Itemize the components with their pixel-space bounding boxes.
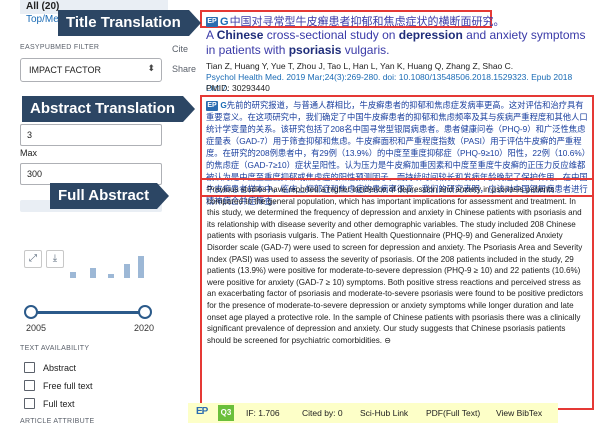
filter-label: EASYPUBMED FILTER (20, 44, 100, 51)
easypubmed-logo-icon: EP (206, 17, 218, 28)
download-icon[interactable]: ⤓ (46, 250, 64, 268)
quartile-badge: Q3 (218, 405, 234, 421)
year-start-label: 2005 (26, 323, 47, 333)
checkbox-label: Abstract (43, 362, 77, 373)
callout-arrow-icon (157, 183, 170, 209)
histogram-bar (90, 268, 96, 278)
article-pmid: PMID: 30293440 (206, 83, 270, 93)
easypubmed-logo: EP (196, 406, 208, 417)
max-value-input[interactable]: 300 (20, 163, 162, 185)
title-segment: cross-sectional study on (263, 28, 399, 42)
article-authors: Tian Z, Huang Y, Yue T, Zhou J, Tao L, H… (206, 61, 514, 71)
callout-arrow-icon (188, 10, 201, 36)
view-bibtex-link[interactable]: View BibTex (496, 408, 542, 418)
year-slider-track[interactable] (30, 311, 144, 314)
callout-abstract-translation: Abstract Translation (22, 96, 196, 122)
callout-title-translation: Title Translation (58, 10, 201, 36)
checkbox-full-text[interactable]: Full text (24, 398, 75, 409)
title-keyword: psoriasis (288, 43, 342, 57)
title-translation-box: EP G中国对寻常型牛皮癣患者抑郁和焦虑症状的横断面研究。 (200, 10, 505, 28)
checkbox-label: Free full text (43, 380, 93, 391)
google-translate-icon: G (220, 16, 229, 28)
title-keyword: Chinese (216, 28, 264, 42)
checkbox-box[interactable] (24, 362, 35, 373)
title-segment: A (206, 28, 217, 42)
min-value-input[interactable]: 3 (20, 124, 162, 146)
translated-title: EP G中国对寻常型牛皮癣患者抑郁和焦虑症状的横断面研究。 (206, 13, 505, 29)
share-link[interactable]: Share (172, 64, 196, 74)
pdf-full-text-link[interactable]: PDF(Full Text) (426, 408, 480, 418)
callout-text: Full Abstract (58, 187, 150, 204)
callout-text: Title Translation (66, 14, 181, 31)
checkbox-free-full-text[interactable]: Free full text (24, 380, 93, 391)
expand-icon[interactable]: ⤢ (24, 250, 42, 268)
year-slider-end-handle[interactable] (138, 305, 152, 319)
article-attribute-label: ARTICLE ATTRIBUTE (20, 418, 95, 425)
select-arrow-icon: ⬍ (147, 63, 155, 73)
article-title[interactable]: A Chinese cross-sectional study on depre… (206, 28, 594, 58)
year-end-label: 2020 (134, 323, 155, 333)
histogram-bar (108, 274, 114, 278)
histogram-bar (70, 272, 76, 278)
cited-by[interactable]: Cited by: 0 (302, 408, 343, 418)
easypubmed-toolbar: EP Q3 IF: 1.706 Cited by: 0 Sci-Hub Link… (188, 403, 558, 423)
checkbox-box[interactable] (24, 398, 35, 409)
checkbox-abstract[interactable]: Abstract (24, 362, 76, 373)
sort-select-value: IMPACT FACTOR (29, 65, 102, 75)
histogram-bar (138, 256, 144, 278)
title-keyword: depression (398, 28, 463, 42)
callout-full-abstract: Full Abstract (50, 183, 170, 209)
year-slider-start-handle[interactable] (24, 305, 38, 319)
callout-arrow-icon (183, 96, 196, 122)
sort-select[interactable]: IMPACT FACTOR ⬍ (20, 58, 162, 82)
full-abstract-box: Previous studies have reported a higher … (200, 178, 594, 410)
checkbox-box[interactable] (24, 380, 35, 391)
scihub-link[interactable]: Sci-Hub Link (360, 408, 408, 418)
topmed-link[interactable]: Top/Me (26, 14, 59, 25)
text-availability-label: TEXT AVAILABILITY (20, 345, 90, 352)
checkbox-label: Full text (43, 398, 75, 409)
filter-sidebar: All (20) Top/Me EASYPUBMED FILTER IMPACT… (0, 0, 168, 426)
title-segment: vulgaris. (341, 43, 390, 57)
full-abstract-text: Previous studies have reported a higher … (207, 185, 584, 345)
impact-factor: IF: 1.706 (246, 408, 280, 418)
max-label: Max (20, 148, 38, 158)
easypubmed-logo-icon: EP (206, 100, 218, 111)
histogram-bar (124, 264, 130, 278)
cite-link[interactable]: Cite (172, 44, 188, 54)
callout-text: Abstract Translation (30, 100, 176, 117)
translated-title-text: 中国对寻常型牛皮癣患者抑郁和焦虑症状的横断面研究。 (229, 16, 505, 28)
